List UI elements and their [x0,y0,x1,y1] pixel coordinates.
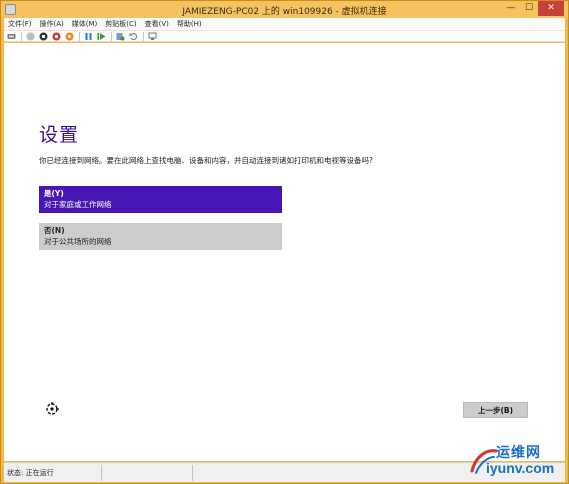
no-option-button[interactable]: 否(N) 对于公共场所的网络 [39,223,282,250]
enhanced-session-icon[interactable] [148,32,157,41]
watermark-line2: iyunv.com [486,460,555,476]
status-divider [192,464,193,481]
network-question: 你已经连接到网络。要在此网络上查找电脑、设备和内容，并自动连接到诸如打印机和电视… [39,156,373,165]
no-option-title: 否(N) [44,226,65,235]
resume-icon[interactable] [97,32,106,41]
toolbar-separator [111,31,112,41]
no-option-description: 对于公共场所的网络 [44,237,112,246]
menu-file[interactable]: 文件(F) [4,19,36,29]
start-icon[interactable] [26,32,35,41]
site-watermark: 运维网 iyunv.com [468,441,568,484]
toolbar [4,31,565,42]
close-button[interactable]: ✕ [538,1,564,16]
yes-option-title: 是(Y) [44,189,64,198]
page-title: 设置 [39,124,80,146]
ease-of-access-icon[interactable] [44,401,60,417]
title-bar[interactable]: JAMIEZENG-PC02 上的 win109926 - 虚拟机连接 — ☐ … [1,1,568,18]
menu-help[interactable]: 帮助(H) [173,19,206,29]
window-controls: — ☐ ✕ [502,1,564,16]
ctrl-alt-del-icon[interactable] [7,32,16,41]
turn-off-icon[interactable] [39,32,48,41]
menu-action[interactable]: 操作(A) [36,19,68,29]
toolbar-separator [143,31,144,41]
status-divider [101,464,102,481]
maximize-button[interactable]: ☐ [520,1,538,16]
menu-media[interactable]: 媒体(M) [68,19,102,29]
yes-option-button[interactable]: 是(Y) 对于家庭或工作网络 [39,186,282,213]
save-icon[interactable] [65,32,74,41]
toolbar-separator [79,31,80,41]
yes-option-description: 对于家庭或工作网络 [44,200,112,209]
status-text: 状态: 正在运行 [7,468,54,477]
checkpoint-icon[interactable] [116,32,125,41]
menu-view[interactable]: 查看(V) [141,19,173,29]
back-button[interactable]: 上一步(B) [463,402,528,418]
revert-icon[interactable] [129,32,138,41]
minimize-button[interactable]: — [502,1,520,16]
watermark-line1: 运维网 [496,445,541,461]
vm-display-area[interactable]: 设置 你已经连接到网络。要在此网络上查找电脑、设备和内容，并自动连接到诸如打印机… [4,43,565,461]
pause-icon[interactable] [84,32,93,41]
menu-bar: 文件(F) 操作(A) 媒体(M) 剪贴板(C) 查看(V) 帮助(H) [4,18,565,31]
shut-down-icon[interactable] [52,32,61,41]
vm-connection-window: JAMIEZENG-PC02 上的 win109926 - 虚拟机连接 — ☐ … [0,0,569,484]
toolbar-separator [21,31,22,41]
menu-clipboard[interactable]: 剪贴板(C) [101,19,140,29]
window-title: JAMIEZENG-PC02 上的 win109926 - 虚拟机连接 [182,7,387,17]
